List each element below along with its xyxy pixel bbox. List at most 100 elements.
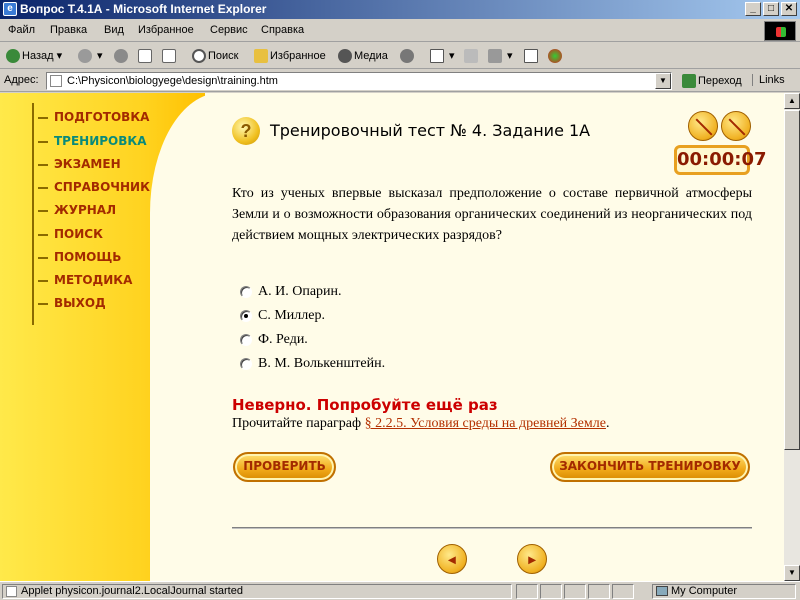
finish-training-button[interactable]: ЗАКОНЧИТЬ ТРЕНИРОВКУ — [550, 452, 750, 482]
home-icon — [162, 49, 176, 64]
nav-spravochnik[interactable]: СПРАВОЧНИК — [38, 180, 150, 194]
music-off-icon[interactable] — [721, 111, 751, 141]
media-icon — [338, 49, 352, 64]
mail-button[interactable]: ▾ — [430, 47, 455, 65]
address-label: Адрес: — [4, 74, 39, 86]
scroll-up-button[interactable]: ▲ — [784, 93, 800, 109]
page-title: Тренировочный тест № 4. Задание 1А — [270, 121, 591, 140]
nav-vyhod[interactable]: ВЫХОД — [38, 296, 106, 310]
back-label: Назад — [22, 50, 54, 62]
windows-logo-icon — [764, 21, 796, 41]
favorites-button[interactable]: Избранное — [254, 47, 326, 65]
messenger-icon — [548, 49, 562, 64]
address-bar: Адрес: C:\Physicon\biologyege\design\tra… — [0, 70, 800, 92]
sidebar-line — [32, 103, 34, 325]
nav-podgotovka[interactable]: ПОДГОТОВКА — [38, 110, 149, 124]
address-url: C:\Physicon\biologyege\design\training.h… — [67, 75, 278, 87]
error-feedback: Неверно. Попробуйте ещё раз — [232, 396, 498, 414]
status-cell — [540, 584, 562, 599]
title-bar: e Вопрос Т.4.1А - Microsoft Internet Exp… — [0, 0, 800, 19]
nav-zhurnal[interactable]: ЖУРНАЛ — [38, 203, 116, 217]
option-label: Ф. Реди. — [258, 332, 308, 347]
back-button[interactable]: Назад ▾ — [6, 47, 62, 65]
maximize-button[interactable]: □ — [763, 2, 779, 16]
radio-button-selected[interactable] — [240, 310, 252, 322]
hint-suffix: . — [605, 416, 610, 431]
nav-pomosch[interactable]: ПОМОЩЬ — [38, 250, 121, 264]
next-arrow-icon[interactable]: ▸ — [517, 544, 547, 574]
status-cell — [564, 584, 586, 599]
radio-button[interactable] — [240, 334, 252, 346]
search-label: Поиск — [208, 50, 239, 62]
check-button[interactable]: ПРОВЕРИТЬ — [233, 452, 336, 482]
search-icon — [192, 49, 206, 64]
nav-poisk[interactable]: ПОИСК — [38, 227, 103, 241]
browser-window: e Вопрос Т.4.1А - Microsoft Internet Exp… — [0, 0, 800, 600]
stop-icon — [114, 49, 128, 64]
menu-tools[interactable]: Сервис — [210, 24, 248, 36]
menu-file[interactable]: Файл — [8, 24, 35, 36]
go-button[interactable]: Переход — [682, 72, 742, 90]
edit-icon — [488, 49, 502, 64]
go-arrow-icon — [682, 74, 696, 89]
address-dropdown-button[interactable]: ▼ — [655, 73, 671, 89]
discuss-icon — [524, 49, 538, 64]
window-title: Вопрос Т.4.1А - Microsoft Internet Explo… — [20, 2, 267, 16]
history-icon — [400, 49, 414, 64]
zone-label: My Computer — [671, 585, 738, 597]
minimize-button[interactable]: _ — [745, 2, 761, 16]
messenger-button[interactable] — [548, 47, 564, 65]
option-label: В. М. Волькенштейн. — [258, 356, 386, 371]
media-label: Медиа — [354, 50, 388, 62]
sound-off-icon[interactable] — [688, 111, 718, 141]
option-label: А. И. Опарин. — [258, 284, 342, 299]
discuss-button[interactable] — [524, 47, 540, 65]
sidebar-curve — [150, 93, 230, 581]
back-arrow-icon — [6, 49, 20, 64]
vertical-scrollbar[interactable]: ▲ ▼ — [784, 93, 800, 581]
edit-button[interactable]: ▾ — [488, 47, 513, 65]
go-label: Переход — [698, 75, 742, 87]
prev-arrow-icon[interactable]: ◂ — [437, 544, 467, 574]
scroll-down-button[interactable]: ▼ — [784, 565, 800, 581]
media-button[interactable]: Медиа — [338, 47, 388, 65]
hint-link[interactable]: § 2.2.5. Условия среды на древней Земле — [365, 416, 606, 431]
scroll-thumb[interactable] — [784, 110, 800, 450]
question-text: Кто из ученых впервые высказал предполож… — [232, 186, 752, 243]
menu-help[interactable]: Справка — [261, 24, 304, 36]
menu-view[interactable]: Вид — [104, 24, 124, 36]
nav-metodika[interactable]: МЕТОДИКА — [38, 273, 132, 287]
stop-button[interactable] — [114, 47, 130, 65]
option-label: С. Миллер. — [258, 308, 325, 323]
nav-ekzamen[interactable]: ЭКЗАМЕН — [38, 157, 121, 171]
menu-favorites[interactable]: Избранное — [138, 24, 194, 36]
refresh-button[interactable] — [138, 47, 154, 65]
status-cell — [516, 584, 538, 599]
forward-button[interactable]: ▾ — [78, 47, 103, 65]
print-icon — [464, 49, 478, 64]
status-text: Applet physicon.journal2.LocalJournal st… — [21, 585, 243, 597]
ie-icon: e — [3, 2, 17, 16]
menu-edit[interactable]: Правка — [50, 24, 87, 36]
status-zone: My Computer — [652, 584, 796, 599]
computer-icon — [656, 586, 668, 596]
menu-bar: Файл Правка Вид Избранное Сервис Справка — [0, 20, 800, 42]
history-button[interactable] — [400, 47, 416, 65]
search-button[interactable]: Поиск — [192, 47, 238, 65]
links-button[interactable]: Links — [752, 74, 785, 86]
radio-button[interactable] — [240, 358, 252, 370]
page-content: ПОДГОТОВКА ТРЕНИРОВКА ЭКЗАМЕН СПРАВОЧНИК… — [0, 93, 784, 581]
address-input[interactable]: C:\Physicon\biologyege\design\training.h… — [46, 72, 672, 90]
print-button[interactable] — [464, 47, 480, 65]
favorites-label: Избранное — [270, 50, 326, 62]
radio-button[interactable] — [240, 286, 252, 298]
status-cell — [588, 584, 610, 599]
status-cell — [612, 584, 634, 599]
home-button[interactable] — [162, 47, 178, 65]
nav-trenirovka[interactable]: ТРЕНИРОВКА — [38, 134, 147, 148]
page-icon — [50, 75, 62, 87]
close-button[interactable]: ✕ — [781, 2, 797, 16]
hint-prefix: Прочитайте параграф — [232, 416, 365, 431]
timer: 00:00:07 — [674, 145, 767, 175]
mail-icon — [430, 49, 444, 64]
